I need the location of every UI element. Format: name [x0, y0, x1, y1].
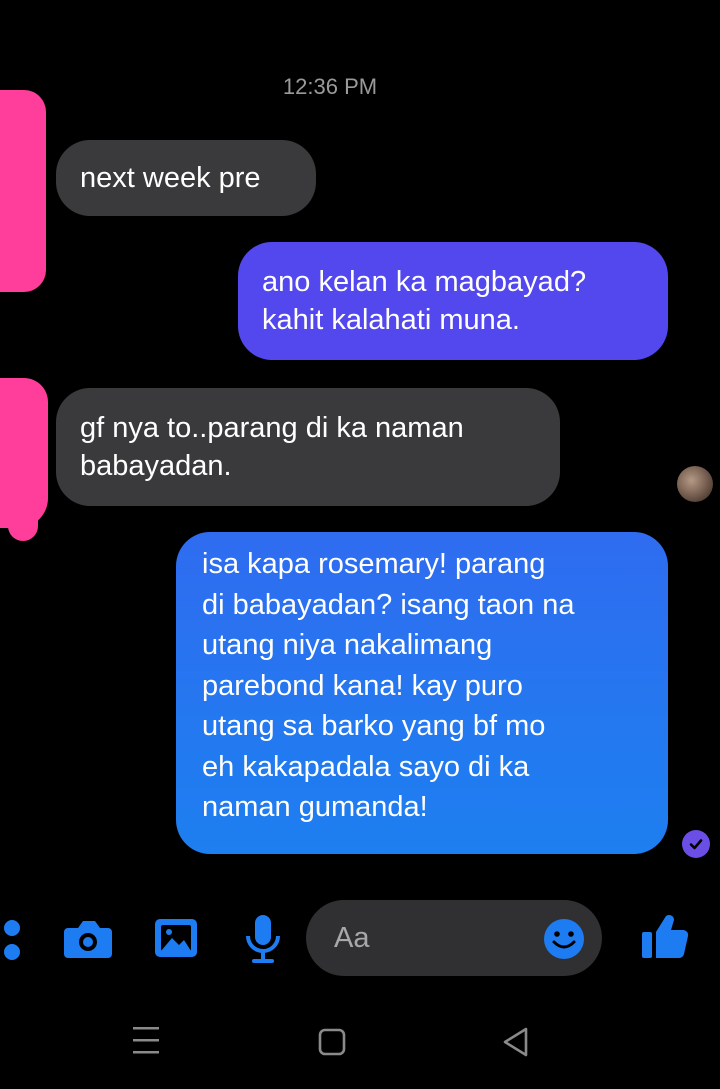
redaction-mark: [8, 505, 38, 541]
more-icon[interactable]: [0, 912, 28, 966]
seen-indicator: [682, 830, 710, 858]
message-timestamp: 12:36 PM: [282, 74, 378, 99]
camera-icon[interactable]: [62, 916, 114, 962]
microphone-icon[interactable]: [240, 912, 286, 968]
message-text: gf nya to..parang di ka naman babayadan.: [80, 412, 464, 482]
message-text: ano kelan ka magbayad? kahit kalahati mu…: [262, 266, 587, 336]
message-input-placeholder: Aa: [334, 922, 370, 954]
home-icon[interactable]: [316, 1026, 348, 1058]
check-icon: [689, 839, 703, 850]
outgoing-message[interactable]: ano kelan ka magbayad? kahit kalahati mu…: [238, 242, 668, 360]
message-input[interactable]: Aa: [306, 900, 602, 976]
back-icon[interactable]: [500, 1024, 532, 1060]
contact-avatar[interactable]: [677, 466, 713, 502]
outgoing-message[interactable]: isa kapa rosemary! parang di babayadan? …: [176, 532, 668, 854]
emoji-icon[interactable]: [542, 917, 586, 961]
message-text: next week pre: [80, 162, 261, 194]
gallery-icon[interactable]: [152, 916, 200, 962]
recents-icon[interactable]: [130, 1022, 162, 1058]
incoming-message[interactable]: next week pre: [56, 140, 316, 216]
incoming-message[interactable]: gf nya to..parang di ka naman babayadan.: [56, 388, 560, 506]
redaction-mark: [0, 90, 46, 292]
message-text: isa kapa rosemary! parang di babayadan? …: [202, 548, 575, 823]
thumbs-up-icon[interactable]: [638, 910, 690, 962]
